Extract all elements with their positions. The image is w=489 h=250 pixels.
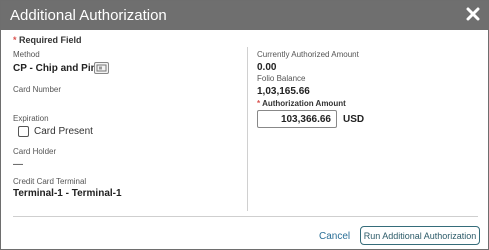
terminal-label: Credit Card Terminal	[13, 177, 87, 186]
card-present-checkbox[interactable]	[18, 126, 29, 137]
authorization-amount-star: *	[257, 99, 261, 108]
dialog-title: Additional Authorization	[10, 7, 167, 24]
card-holder-value: —	[13, 159, 23, 170]
folio-balance-value: 1,03,165.66	[257, 86, 310, 97]
card-number-label: Card Number	[13, 85, 62, 94]
cancel-link[interactable]: Cancel	[319, 231, 350, 242]
expiration-label: Expiration	[13, 114, 49, 123]
card-present-label[interactable]: Card Present	[34, 126, 93, 138]
terminal-value: Terminal-1 - Terminal-1	[13, 188, 122, 199]
additional-authorization-dialog: Additional Authorization * Required Fiel…	[0, 0, 489, 250]
close-icon[interactable]	[466, 7, 480, 21]
authorized-amount-value: 0.00	[257, 62, 277, 73]
required-field-note: * Required Field	[13, 35, 82, 45]
folio-balance-label: Folio Balance	[257, 74, 306, 83]
authorization-amount-label: Authorization Amount	[262, 99, 346, 108]
authorization-amount-label-wrap: * Authorization Amount	[257, 99, 346, 109]
currency-code: USD	[343, 114, 365, 125]
method-label: Method	[13, 50, 40, 59]
footer-divider	[13, 216, 478, 217]
dialog-titlebar: Additional Authorization	[1, 1, 488, 30]
method-value: CP - Chip and Pin	[13, 63, 97, 74]
run-additional-authorization-button[interactable]: Run Additional Authorization	[360, 226, 480, 245]
card-holder-label: Card Holder	[13, 147, 57, 156]
authorization-amount-input[interactable]	[257, 110, 337, 128]
required-field-text: Required Field	[19, 35, 82, 45]
required-star: *	[13, 35, 17, 45]
authorized-amount-label: Currently Authorized Amount	[257, 50, 359, 59]
column-divider	[247, 47, 248, 211]
credit-card-icon[interactable]	[94, 62, 109, 74]
